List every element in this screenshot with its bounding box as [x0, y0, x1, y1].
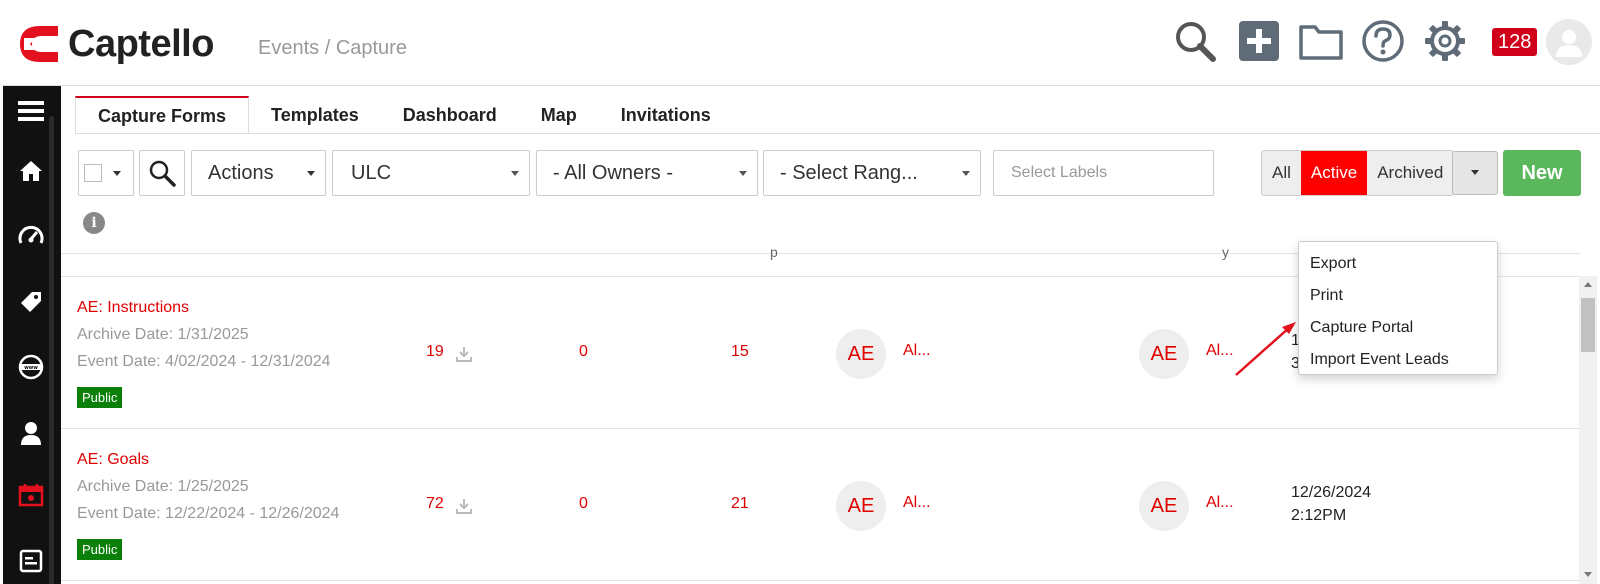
leads-count[interactable]: 19 [426, 343, 444, 361]
captello-logo-icon [20, 26, 58, 62]
tab-dashboard[interactable]: Dashboard [381, 96, 519, 134]
actions-dropdown[interactable]: Actions [191, 150, 326, 196]
count-column-3[interactable]: 21 [731, 495, 749, 513]
count-column-3[interactable]: 15 [731, 343, 749, 361]
new-button[interactable]: New [1503, 150, 1581, 196]
dashboard-icon[interactable] [14, 219, 48, 253]
public-badge: Public [77, 539, 123, 560]
filter-active[interactable]: Active [1300, 151, 1368, 195]
owner-avatar: AE [836, 481, 886, 531]
modified-date: 12/26/2024 [1291, 484, 1372, 501]
gear-icon[interactable] [1422, 18, 1468, 64]
forms-icon[interactable] [14, 544, 48, 578]
owner-name[interactable]: Al... [903, 342, 931, 360]
row-divider [61, 428, 1581, 429]
more-actions-dropdown-button[interactable] [1452, 151, 1498, 195]
column-header-fragment: y [1222, 244, 1229, 260]
select-all-checkbox[interactable] [84, 164, 102, 182]
column-header-fragment: p [770, 244, 778, 260]
captello-logo[interactable]: Captello [18, 24, 214, 64]
user-avatar-icon[interactable] [1546, 19, 1592, 65]
folder-icon[interactable] [1298, 18, 1344, 64]
owner-avatar: AE [836, 329, 886, 379]
chevron-down-icon [113, 171, 121, 176]
leads-count[interactable]: 72 [426, 495, 444, 513]
events-icon[interactable] [14, 478, 48, 512]
sidebar-scrollbar[interactable] [49, 116, 54, 584]
svg-text:www: www [24, 365, 38, 371]
tab-map[interactable]: Map [519, 96, 599, 134]
logo-wordmark: Captello [68, 23, 214, 65]
annotation-arrow-icon [1235, 322, 1296, 376]
modified-time: 2:12PM [1291, 507, 1347, 524]
event-date: Event Date: 12/22/2024 - 12/26/2024 [77, 505, 340, 522]
tab-capture-forms[interactable]: Capture Forms [75, 96, 250, 134]
sidebar: www [0, 86, 61, 584]
chevron-down-icon [511, 171, 519, 176]
event-select[interactable]: ULC [332, 150, 530, 196]
actions-label: Actions [208, 161, 274, 184]
archive-date: Archive Date: 1/25/2025 [77, 478, 249, 495]
top-header: Captello Events / Capture 128 [0, 0, 1600, 86]
modifier-name[interactable]: Al... [1206, 494, 1234, 512]
search-icon [149, 160, 176, 187]
owners-select-value: - All Owners - [553, 161, 674, 184]
tab-templates[interactable]: Templates [249, 96, 381, 134]
tab-invitations[interactable]: Invitations [599, 96, 733, 134]
info-icon[interactable]: i [83, 212, 105, 234]
owners-select[interactable]: - All Owners - [536, 150, 758, 196]
user-icon[interactable] [14, 416, 48, 450]
modifier-avatar: AE [1139, 481, 1189, 531]
range-select-value: - Select Rang... [780, 161, 918, 184]
row-divider [61, 580, 1581, 581]
event-date: Event Date: 4/02/2024 - 12/31/2024 [77, 353, 331, 370]
scroll-down-arrow-icon[interactable] [1584, 572, 1592, 577]
tab-divider [75, 133, 1600, 134]
menu-item-print[interactable]: Print [1299, 280, 1497, 312]
status-filter: All Active Archived [1261, 150, 1455, 196]
menu-icon[interactable] [14, 94, 48, 128]
download-icon[interactable] [455, 345, 473, 363]
labels-placeholder: Select Labels [1011, 164, 1108, 181]
tab-bar: Capture Forms Templates Dashboard Map In… [75, 96, 733, 134]
count-column-2[interactable]: 0 [579, 495, 588, 513]
owner-name[interactable]: Al... [903, 494, 931, 512]
help-icon[interactable] [1360, 18, 1406, 64]
tag-icon[interactable] [14, 285, 48, 319]
filter-archived[interactable]: Archived [1367, 151, 1454, 195]
notification-badge[interactable]: 128 [1492, 28, 1538, 56]
menu-item-capture-portal[interactable]: Capture Portal [1299, 312, 1497, 344]
left-edge-strip [0, 0, 3, 584]
range-select[interactable]: - Select Rang... [763, 150, 981, 196]
add-icon[interactable] [1236, 18, 1282, 64]
form-title-link[interactable]: AE: Goals [77, 451, 149, 469]
count-column-2[interactable]: 0 [579, 343, 588, 361]
labels-input[interactable]: Select Labels [993, 150, 1214, 196]
web-icon[interactable]: www [14, 350, 48, 384]
archive-date: Archive Date: 1/31/2025 [77, 326, 249, 343]
search-icon[interactable] [1172, 18, 1218, 64]
public-badge: Public [77, 387, 123, 408]
event-select-value: ULC [351, 161, 392, 184]
form-title-link[interactable]: AE: Instructions [77, 299, 189, 317]
menu-item-import-event-leads[interactable]: Import Event Leads [1299, 344, 1497, 376]
menu-item-export[interactable]: Export [1299, 248, 1497, 280]
download-icon[interactable] [455, 497, 473, 515]
chevron-down-icon [739, 171, 747, 176]
chevron-down-icon [962, 171, 970, 176]
home-icon[interactable] [14, 154, 48, 188]
scrollbar-thumb[interactable] [1581, 298, 1595, 352]
scroll-up-arrow-icon[interactable] [1584, 282, 1592, 287]
breadcrumb[interactable]: Events / Capture [258, 37, 407, 60]
chevron-down-icon [1471, 170, 1479, 175]
screen: Captello Events / Capture 128 www Captur… [0, 0, 1600, 584]
modifier-avatar: AE [1139, 329, 1189, 379]
chevron-down-icon [307, 171, 315, 176]
filter-all[interactable]: All [1262, 151, 1301, 195]
more-actions-menu: Export Print Capture Portal Import Event… [1298, 241, 1498, 375]
search-button[interactable] [139, 150, 185, 196]
select-all-dropdown[interactable] [78, 150, 134, 196]
